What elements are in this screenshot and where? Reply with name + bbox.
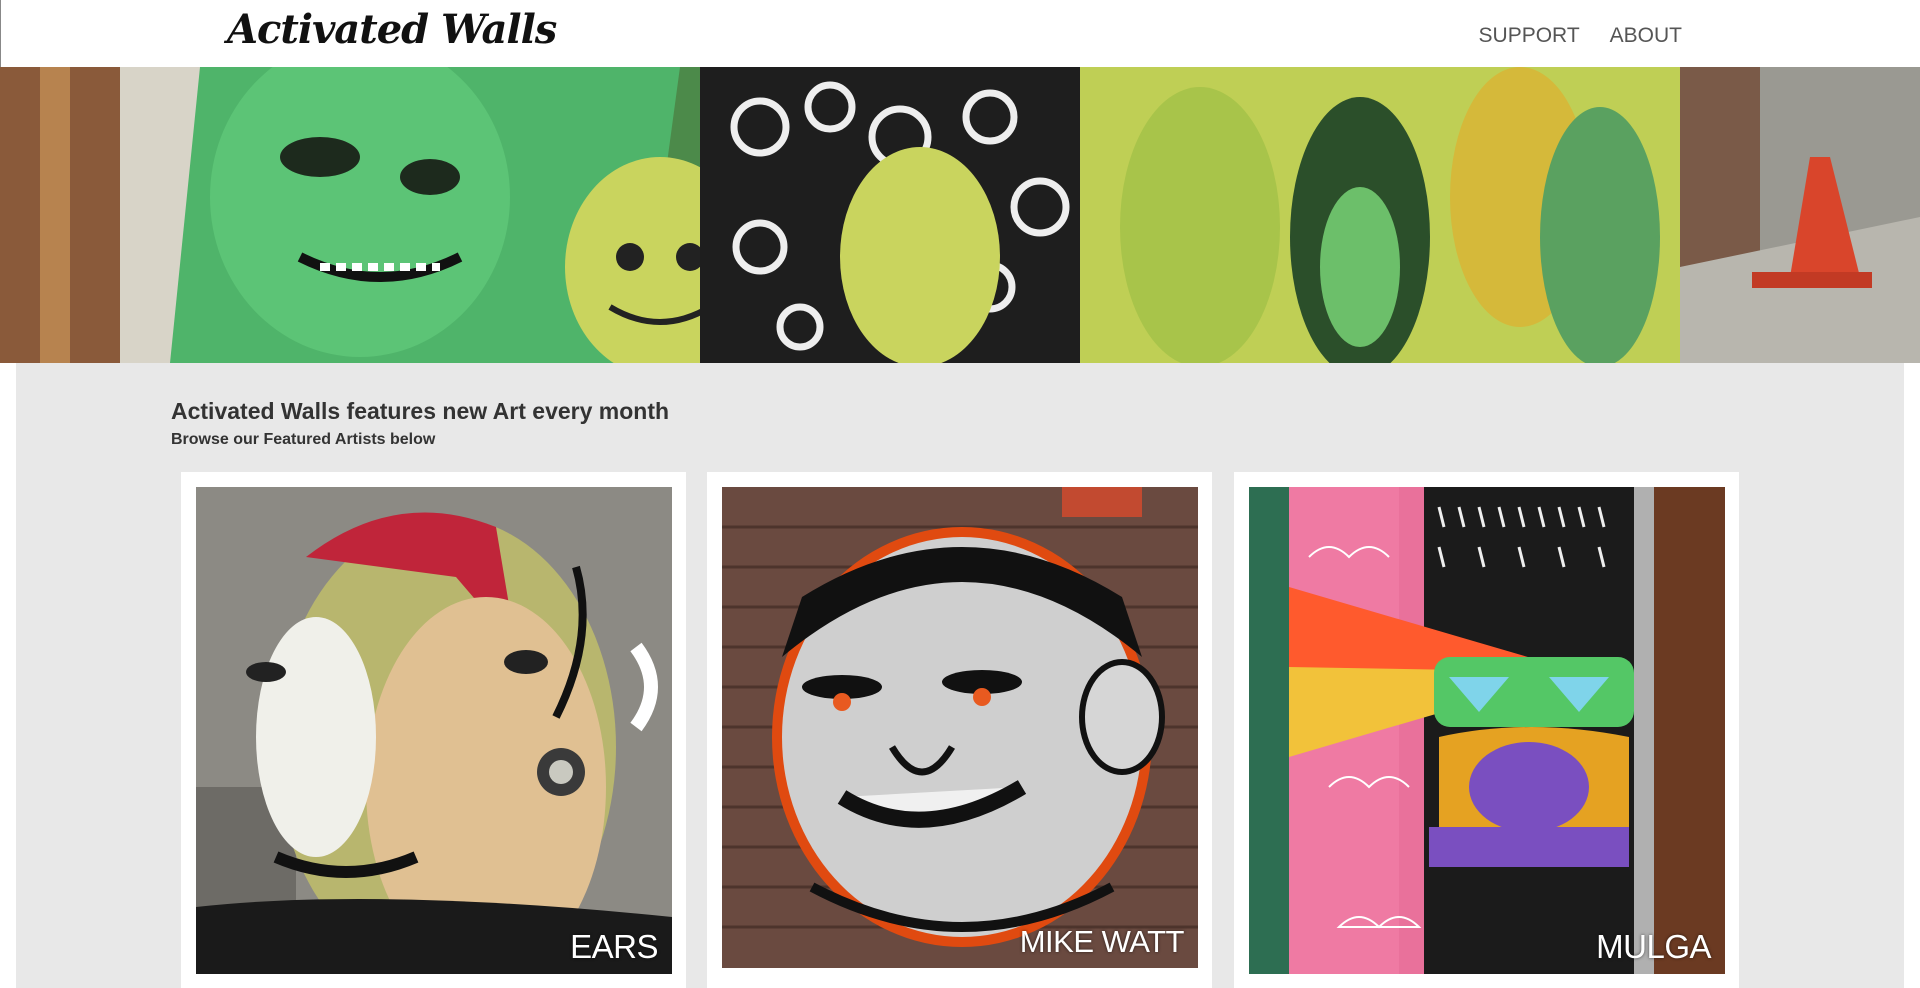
artist-name-label: MULGA (1596, 928, 1711, 965)
main-nav: SUPPORT ABOUT (1479, 24, 1682, 48)
site-logo[interactable]: Activated Walls (227, 6, 557, 53)
nav-support-link[interactable]: SUPPORT (1479, 24, 1580, 48)
page-headline: Activated Walls features new Art every m… (171, 398, 670, 424)
artist-card-mike-watt[interactable]: MIKE WATT (707, 472, 1212, 988)
artist-name-label: EARS (570, 928, 658, 965)
artist-card-ears[interactable]: EARS (181, 472, 686, 988)
top-navbar: Activated Walls SUPPORT ABOUT (0, 0, 1920, 67)
artist-artwork-image[interactable]: EARS (196, 487, 672, 974)
nav-about-link[interactable]: ABOUT (1610, 24, 1682, 48)
page-subheadline: Browse our Featured Artists below (171, 431, 436, 448)
artist-artwork-image[interactable]: MULGA (1249, 487, 1725, 974)
artist-artwork-image[interactable]: MIKE WATT (722, 487, 1198, 968)
artist-card-mulga[interactable]: MULGA (1234, 472, 1739, 988)
artist-name-label: MIKE WATT (1019, 924, 1185, 959)
hero-banner-image (0, 67, 1920, 363)
